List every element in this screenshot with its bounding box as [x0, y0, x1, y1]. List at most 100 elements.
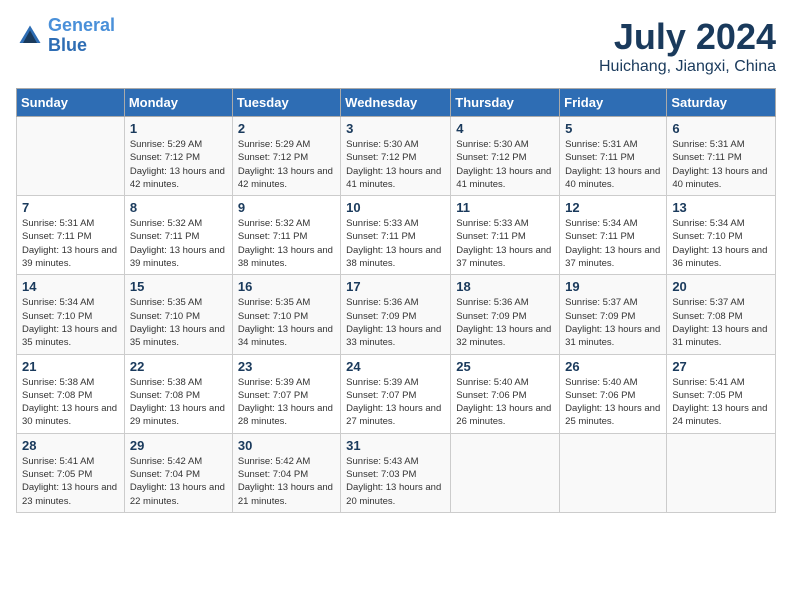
day-number: 15: [130, 279, 227, 294]
day-number: 29: [130, 438, 227, 453]
day-info: Sunrise: 5:34 AMSunset: 7:10 PMDaylight:…: [22, 296, 119, 349]
calendar-cell: 11 Sunrise: 5:33 AMSunset: 7:11 PMDayligh…: [451, 196, 560, 275]
calendar-cell: 18 Sunrise: 5:36 AMSunset: 7:09 PMDayligh…: [451, 275, 560, 354]
day-number: 28: [22, 438, 119, 453]
calendar-cell: 7Sunrise: 5:31 AMSunset: 7:11 PMDaylight…: [17, 196, 125, 275]
calendar-cell: [451, 433, 560, 512]
day-number: 9: [238, 200, 335, 215]
month-year: July 2024: [599, 16, 776, 58]
calendar-cell: 26Sunrise: 5:40 AMSunset: 7:06 PMDayligh…: [560, 354, 667, 433]
calendar-cell: [17, 117, 125, 196]
day-info: Sunrise: 5:41 AMSunset: 7:05 PMDaylight:…: [22, 455, 119, 508]
day-info: Sunrise: 5:40 AMSunset: 7:06 PMDaylight:…: [456, 376, 554, 429]
day-number: 4: [456, 121, 554, 136]
day-info: Sunrise: 5:29 AMSunset: 7:12 PMDaylight:…: [238, 138, 335, 191]
day-info: Sunrise: 5:33 AMSunset: 7:11 PMDaylight:…: [346, 217, 445, 270]
calendar-cell: 4 Sunrise: 5:30 AMSunset: 7:12 PMDaylight…: [451, 117, 560, 196]
day-number: 31: [346, 438, 445, 453]
day-info: Sunrise: 5:39 AMSunset: 7:07 PMDaylight:…: [238, 376, 335, 429]
day-number: 2: [238, 121, 335, 136]
day-number: 3: [346, 121, 445, 136]
day-info: Sunrise: 5:34 AMSunset: 7:11 PMDaylight:…: [565, 217, 661, 270]
weekday-header-row: SundayMondayTuesdayWednesdayThursdayFrid…: [17, 89, 776, 117]
calendar-week-5: 28 Sunrise: 5:41 AMSunset: 7:05 PMDayligh…: [17, 433, 776, 512]
calendar-week-4: 21Sunrise: 5:38 AMSunset: 7:08 PMDayligh…: [17, 354, 776, 433]
weekday-header-thursday: Thursday: [451, 89, 560, 117]
logo: General Blue: [16, 16, 115, 56]
calendar-cell: 19Sunrise: 5:37 AMSunset: 7:09 PMDayligh…: [560, 275, 667, 354]
weekday-header-monday: Monday: [124, 89, 232, 117]
day-info: Sunrise: 5:29 AMSunset: 7:12 PMDaylight:…: [130, 138, 227, 191]
day-number: 25: [456, 359, 554, 374]
logo-icon: [16, 22, 44, 50]
calendar-week-2: 7Sunrise: 5:31 AMSunset: 7:11 PMDaylight…: [17, 196, 776, 275]
day-info: Sunrise: 5:40 AMSunset: 7:06 PMDaylight:…: [565, 376, 661, 429]
day-info: Sunrise: 5:35 AMSunset: 7:10 PMDaylight:…: [238, 296, 335, 349]
day-info: Sunrise: 5:37 AMSunset: 7:08 PMDaylight:…: [672, 296, 770, 349]
day-info: Sunrise: 5:42 AMSunset: 7:04 PMDaylight:…: [238, 455, 335, 508]
calendar-cell: 3Sunrise: 5:30 AMSunset: 7:12 PMDaylight…: [341, 117, 451, 196]
location: Huichang, Jiangxi, China: [599, 58, 776, 76]
calendar-cell: 27Sunrise: 5:41 AMSunset: 7:05 PMDayligh…: [667, 354, 776, 433]
calendar-cell: 29Sunrise: 5:42 AMSunset: 7:04 PMDayligh…: [124, 433, 232, 512]
calendar-week-1: 1 Sunrise: 5:29 AMSunset: 7:12 PMDaylight…: [17, 117, 776, 196]
calendar-cell: [560, 433, 667, 512]
day-info: Sunrise: 5:30 AMSunset: 7:12 PMDaylight:…: [456, 138, 554, 191]
page-header: General Blue July 2024 Huichang, Jiangxi…: [16, 16, 776, 76]
calendar-cell: 24 Sunrise: 5:39 AMSunset: 7:07 PMDayligh…: [341, 354, 451, 433]
calendar-cell: 13Sunrise: 5:34 AMSunset: 7:10 PMDayligh…: [667, 196, 776, 275]
day-number: 8: [130, 200, 227, 215]
calendar-cell: 22Sunrise: 5:38 AMSunset: 7:08 PMDayligh…: [124, 354, 232, 433]
calendar-cell: 21Sunrise: 5:38 AMSunset: 7:08 PMDayligh…: [17, 354, 125, 433]
calendar-cell: 31 Sunrise: 5:43 AMSunset: 7:03 PMDayligh…: [341, 433, 451, 512]
calendar-cell: 8 Sunrise: 5:32 AMSunset: 7:11 PMDaylight…: [124, 196, 232, 275]
calendar-cell: 9 Sunrise: 5:32 AMSunset: 7:11 PMDaylight…: [232, 196, 340, 275]
calendar-cell: 17 Sunrise: 5:36 AMSunset: 7:09 PMDayligh…: [341, 275, 451, 354]
calendar-week-3: 14Sunrise: 5:34 AMSunset: 7:10 PMDayligh…: [17, 275, 776, 354]
weekday-header-saturday: Saturday: [667, 89, 776, 117]
day-info: Sunrise: 5:32 AMSunset: 7:11 PMDaylight:…: [238, 217, 335, 270]
day-number: 6: [672, 121, 770, 136]
calendar-cell: 14Sunrise: 5:34 AMSunset: 7:10 PMDayligh…: [17, 275, 125, 354]
day-info: Sunrise: 5:33 AMSunset: 7:11 PMDaylight:…: [456, 217, 554, 270]
day-info: Sunrise: 5:43 AMSunset: 7:03 PMDaylight:…: [346, 455, 445, 508]
weekday-header-tuesday: Tuesday: [232, 89, 340, 117]
calendar-cell: 10 Sunrise: 5:33 AMSunset: 7:11 PMDayligh…: [341, 196, 451, 275]
calendar-table: SundayMondayTuesdayWednesdayThursdayFrid…: [16, 88, 776, 513]
day-number: 16: [238, 279, 335, 294]
day-number: 24: [346, 359, 445, 374]
calendar-cell: 30 Sunrise: 5:42 AMSunset: 7:04 PMDayligh…: [232, 433, 340, 512]
calendar-cell: 15 Sunrise: 5:35 AMSunset: 7:10 PMDayligh…: [124, 275, 232, 354]
day-info: Sunrise: 5:32 AMSunset: 7:11 PMDaylight:…: [130, 217, 227, 270]
calendar-cell: [667, 433, 776, 512]
day-info: Sunrise: 5:31 AMSunset: 7:11 PMDaylight:…: [22, 217, 119, 270]
day-number: 17: [346, 279, 445, 294]
day-number: 18: [456, 279, 554, 294]
weekday-header-friday: Friday: [560, 89, 667, 117]
day-number: 21: [22, 359, 119, 374]
calendar-cell: 20 Sunrise: 5:37 AMSunset: 7:08 PMDayligh…: [667, 275, 776, 354]
day-info: Sunrise: 5:37 AMSunset: 7:09 PMDaylight:…: [565, 296, 661, 349]
calendar-cell: 16 Sunrise: 5:35 AMSunset: 7:10 PMDayligh…: [232, 275, 340, 354]
calendar-cell: 2 Sunrise: 5:29 AMSunset: 7:12 PMDaylight…: [232, 117, 340, 196]
calendar-cell: 28 Sunrise: 5:41 AMSunset: 7:05 PMDayligh…: [17, 433, 125, 512]
calendar-cell: 5Sunrise: 5:31 AMSunset: 7:11 PMDaylight…: [560, 117, 667, 196]
day-number: 30: [238, 438, 335, 453]
day-info: Sunrise: 5:31 AMSunset: 7:11 PMDaylight:…: [672, 138, 770, 191]
calendar-cell: 23 Sunrise: 5:39 AMSunset: 7:07 PMDayligh…: [232, 354, 340, 433]
day-info: Sunrise: 5:36 AMSunset: 7:09 PMDaylight:…: [456, 296, 554, 349]
day-info: Sunrise: 5:36 AMSunset: 7:09 PMDaylight:…: [346, 296, 445, 349]
calendar-cell: 12Sunrise: 5:34 AMSunset: 7:11 PMDayligh…: [560, 196, 667, 275]
day-info: Sunrise: 5:39 AMSunset: 7:07 PMDaylight:…: [346, 376, 445, 429]
day-number: 1: [130, 121, 227, 136]
calendar-cell: 6 Sunrise: 5:31 AMSunset: 7:11 PMDaylight…: [667, 117, 776, 196]
day-number: 20: [672, 279, 770, 294]
title-block: July 2024 Huichang, Jiangxi, China: [599, 16, 776, 76]
day-info: Sunrise: 5:35 AMSunset: 7:10 PMDaylight:…: [130, 296, 227, 349]
day-number: 11: [456, 200, 554, 215]
weekday-header-wednesday: Wednesday: [341, 89, 451, 117]
day-number: 23: [238, 359, 335, 374]
calendar-cell: 1 Sunrise: 5:29 AMSunset: 7:12 PMDaylight…: [124, 117, 232, 196]
day-info: Sunrise: 5:31 AMSunset: 7:11 PMDaylight:…: [565, 138, 661, 191]
day-number: 10: [346, 200, 445, 215]
